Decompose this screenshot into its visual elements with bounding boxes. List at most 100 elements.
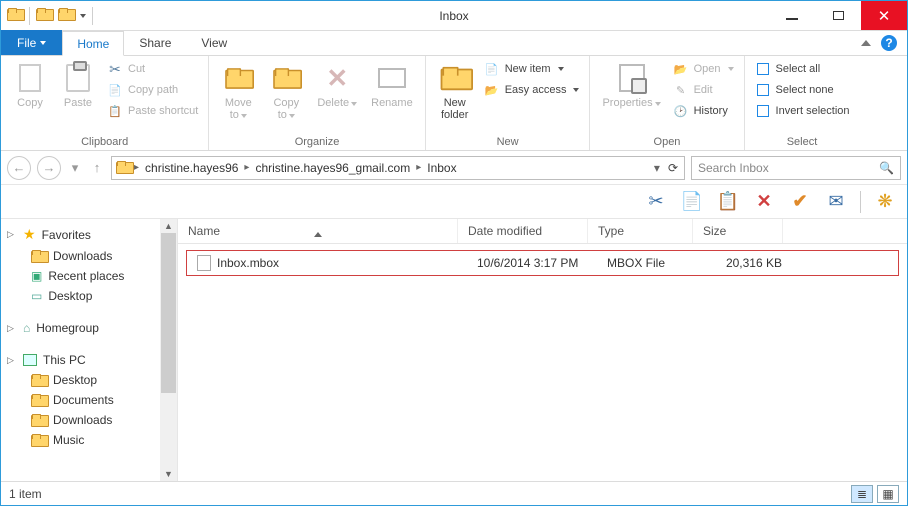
help-icon[interactable]: ? (881, 35, 897, 51)
ribbon-group-open: Properties 📂Open ✎Edit 🕑History Open (590, 56, 744, 150)
delete-icon[interactable]: ✕ (752, 191, 776, 212)
chevron-right-icon[interactable]: ▸ (244, 162, 249, 173)
file-icon (197, 255, 211, 271)
scroll-down-icon[interactable]: ▼ (164, 469, 173, 479)
ribbon-group-clipboard: Copy Paste ✂Cut 📄Copy path 📋Paste shortc… (1, 56, 209, 150)
paste-shortcut-button[interactable]: 📋Paste shortcut (105, 102, 200, 120)
column-date-modified[interactable]: Date modified (458, 219, 588, 243)
folder-icon (31, 394, 47, 407)
navigation-pane: ▷★Favorites Downloads ▣Recent places ▭De… (1, 219, 178, 481)
address-bar[interactable]: ▸ christine.hayes96 ▸ christine.hayes96_… (111, 156, 685, 180)
nav-scrollbar[interactable]: ▲ ▼ (160, 219, 177, 481)
select-all-icon (755, 61, 771, 77)
copy-to-button[interactable]: Copy to (265, 60, 307, 123)
details-view-button[interactable]: ≣ (851, 485, 873, 503)
up-button[interactable]: ↑ (89, 156, 105, 180)
file-row[interactable]: Inbox.mbox 10/6/2014 3:17 PM MBOX File 2… (186, 250, 899, 276)
view-tab[interactable]: View (186, 30, 242, 55)
address-dropdown-icon[interactable]: ▾ (654, 161, 660, 175)
close-button[interactable]: ✕ (861, 1, 907, 30)
folder-icon (31, 414, 47, 427)
new-item-button[interactable]: 📄New item (482, 60, 582, 78)
new-folder-icon (440, 66, 469, 89)
rename-button[interactable]: Rename (367, 60, 417, 111)
paste-button[interactable]: Paste (57, 60, 99, 111)
open-button[interactable]: 📂Open (671, 60, 736, 78)
nav-this-pc[interactable]: ▷This PC (1, 350, 177, 370)
edit-button[interactable]: ✎Edit (671, 81, 736, 99)
maximize-button[interactable] (815, 1, 861, 30)
nav-homegroup[interactable]: ▷⌂Homegroup (1, 318, 177, 338)
home-tab[interactable]: Home (62, 31, 124, 56)
copy-icon (19, 64, 41, 92)
edit-icon: ✎ (673, 82, 689, 98)
icons-view-button[interactable]: ▦ (877, 485, 899, 503)
minimize-button[interactable] (769, 1, 815, 30)
mail-icon[interactable]: ✉ (824, 191, 848, 212)
file-list-pane: Name Date modified Type Size Inbox.mbox … (178, 219, 907, 481)
collapse-ribbon-icon[interactable] (861, 40, 871, 46)
cut-button[interactable]: ✂Cut (105, 60, 200, 78)
nav-pc-desktop[interactable]: Desktop (1, 370, 177, 390)
nav-favorites[interactable]: ▷★Favorites (1, 223, 177, 246)
nav-downloads[interactable]: Downloads (1, 246, 177, 266)
scroll-up-icon[interactable]: ▲ (164, 221, 173, 231)
qat-newfolder-icon[interactable] (58, 8, 74, 24)
breadcrumb-seg-2[interactable]: christine.hayes96_gmail.com (251, 161, 414, 175)
easy-access-icon: 📂 (484, 82, 500, 98)
nav-pc-music[interactable]: Music (1, 430, 177, 450)
nav-pc-documents[interactable]: Documents (1, 390, 177, 410)
new-item-icon: 📄 (484, 61, 500, 77)
file-size: 20,316 KB (702, 256, 792, 270)
delete-button[interactable]: ✕ Delete (313, 60, 361, 111)
ribbon-tabs: File Home Share View ? (1, 31, 907, 56)
copy-path-button[interactable]: 📄Copy path (105, 81, 200, 99)
paste-icon[interactable]: 📋 (716, 191, 740, 212)
recent-icon: ▣ (31, 269, 42, 283)
search-icon[interactable]: 🔍 (879, 161, 894, 175)
refresh-icon[interactable]: ⟳ (668, 161, 678, 175)
select-none-button[interactable]: Select none (753, 81, 852, 99)
column-type[interactable]: Type (588, 219, 693, 243)
chevron-right-icon[interactable]: ▸ (416, 162, 421, 173)
folder-icon (31, 434, 47, 447)
column-name[interactable]: Name (178, 219, 458, 243)
qat-customize-dropdown[interactable] (80, 14, 86, 18)
properties-button[interactable]: Properties (598, 60, 664, 111)
select-all-button[interactable]: Select all (753, 60, 852, 78)
nav-recent-places[interactable]: ▣Recent places (1, 266, 177, 286)
search-box[interactable]: Search Inbox 🔍 (691, 156, 901, 180)
quick-access-toolbar (1, 7, 93, 25)
share-tab[interactable]: Share (124, 30, 186, 55)
ribbon-group-new: New folder 📄New item 📂Easy access New (426, 56, 591, 150)
copy-icon[interactable]: 📄 (680, 191, 704, 212)
cut-icon[interactable]: ✂ (644, 191, 668, 212)
address-folder-icon (116, 161, 132, 174)
copy-button[interactable]: Copy (9, 60, 51, 111)
move-to-button[interactable]: Move to (217, 60, 259, 123)
nav-pc-downloads[interactable]: Downloads (1, 410, 177, 430)
breadcrumb-seg-1[interactable]: christine.hayes96 (141, 161, 242, 175)
shell-icon[interactable]: ❋ (873, 191, 897, 212)
column-size[interactable]: Size (693, 219, 783, 243)
chevron-right-icon[interactable]: ▸ (134, 162, 139, 173)
scroll-thumb[interactable] (161, 233, 176, 393)
new-folder-button[interactable]: New folder (434, 60, 476, 123)
nav-desktop[interactable]: ▭Desktop (1, 286, 177, 306)
recent-locations-dropdown[interactable]: ▾ (67, 156, 83, 180)
qat-properties-icon[interactable] (36, 8, 52, 24)
file-tab-label: File (17, 36, 36, 50)
title-bar: Inbox ✕ (1, 1, 907, 31)
invert-selection-button[interactable]: Invert selection (753, 102, 852, 120)
breadcrumb-seg-3[interactable]: Inbox (423, 161, 460, 175)
file-tab[interactable]: File (1, 30, 62, 55)
check-icon[interactable]: ✔ (788, 191, 812, 212)
history-button[interactable]: 🕑History (671, 102, 736, 120)
forward-button[interactable]: → (37, 156, 61, 180)
folder-icon (31, 374, 47, 387)
back-button[interactable]: ← (7, 156, 31, 180)
easy-access-button[interactable]: 📂Easy access (482, 81, 582, 99)
action-toolbar: ✂ 📄 📋 ✕ ✔ ✉ ❋ (1, 185, 907, 219)
open-icon: 📂 (673, 61, 689, 77)
file-type: MBOX File (597, 256, 702, 270)
